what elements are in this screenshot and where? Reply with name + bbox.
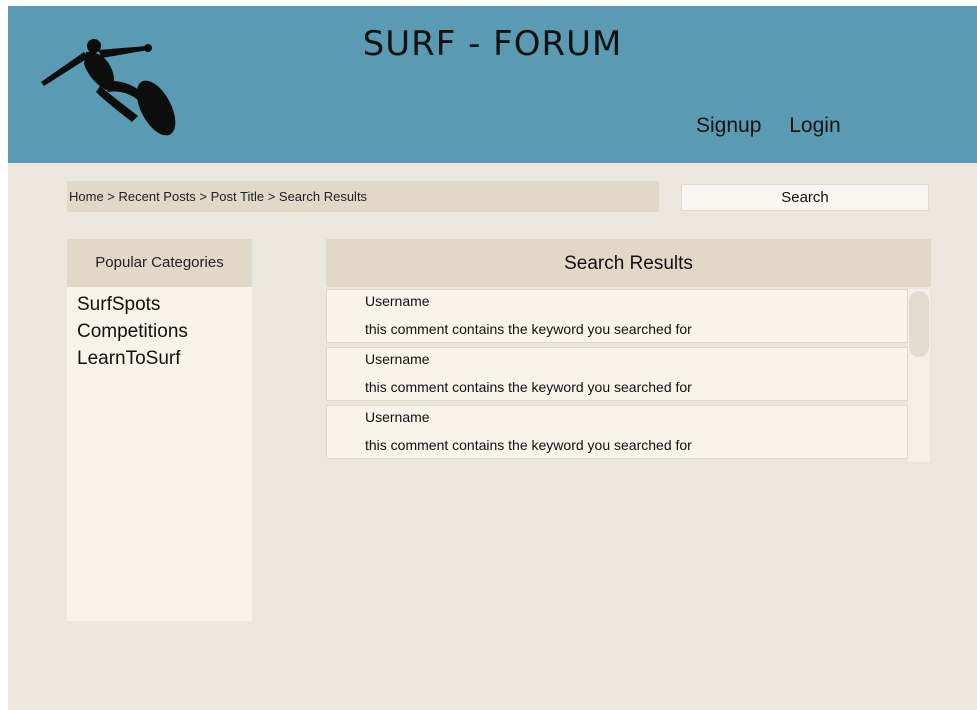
search-results-panel: Search Results Username this comment con… bbox=[326, 239, 931, 462]
result-comment: this comment contains the keyword you se… bbox=[365, 321, 692, 337]
category-surfspots[interactable]: SurfSpots bbox=[77, 291, 252, 318]
category-competitions[interactable]: Competitions bbox=[77, 318, 252, 345]
results-title: Search Results bbox=[326, 239, 931, 287]
result-list: Username this comment contains the keywo… bbox=[326, 289, 908, 463]
result-username[interactable]: Username bbox=[365, 351, 430, 367]
category-list: SurfSpots Competitions LearnToSurf bbox=[67, 287, 252, 372]
login-link[interactable]: Login bbox=[789, 114, 840, 137]
result-comment: this comment contains the keyword you se… bbox=[365, 379, 692, 395]
breadcrumb[interactable]: Home > Recent Posts > Post Title > Searc… bbox=[67, 181, 659, 212]
signup-link[interactable]: Signup bbox=[696, 114, 761, 137]
header: SURF - FORUM Signup Login bbox=[8, 6, 977, 163]
page-frame: SURF - FORUM Signup Login Home > Recent … bbox=[8, 6, 977, 710]
result-item[interactable]: Username this comment contains the keywo… bbox=[326, 347, 908, 401]
result-item[interactable]: Username this comment contains the keywo… bbox=[326, 405, 908, 459]
scrollbar-thumb[interactable] bbox=[909, 291, 929, 357]
result-comment: this comment contains the keyword you se… bbox=[365, 437, 692, 453]
result-item[interactable]: Username this comment contains the keywo… bbox=[326, 289, 908, 343]
sidebar: Popular Categories SurfSpots Competition… bbox=[67, 239, 252, 621]
category-learntosurf[interactable]: LearnToSurf bbox=[77, 345, 252, 372]
top-nav: Signup Login bbox=[696, 114, 841, 138]
sidebar-title: Popular Categories bbox=[67, 239, 252, 287]
result-username[interactable]: Username bbox=[365, 293, 430, 309]
search-button[interactable]: Search bbox=[681, 184, 929, 211]
site-title: SURF - FORUM bbox=[362, 24, 623, 64]
result-username[interactable]: Username bbox=[365, 409, 430, 425]
results-scrollbar[interactable] bbox=[908, 289, 930, 462]
